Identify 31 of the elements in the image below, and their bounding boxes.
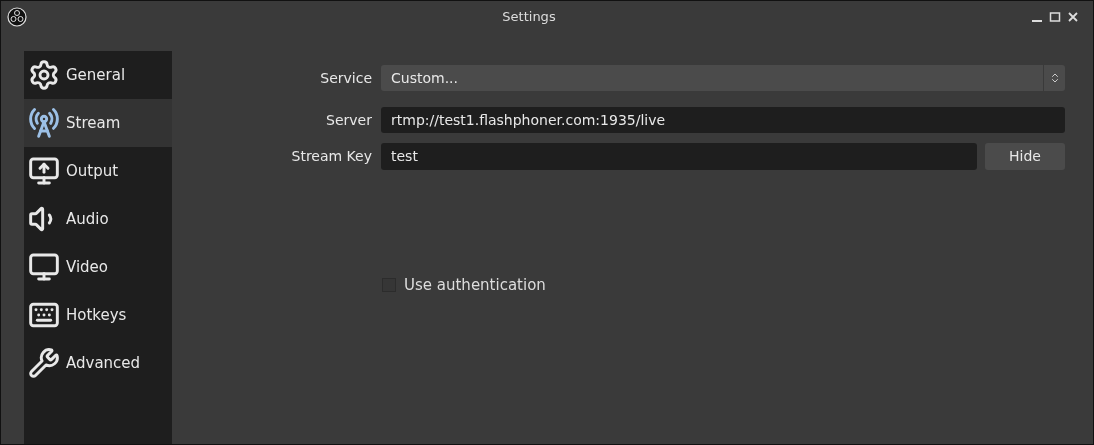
hide-button[interactable]: Hide <box>985 143 1065 170</box>
sidebar-item[interactable]: Audio <box>24 195 172 243</box>
sidebar-label: Output <box>66 160 119 182</box>
field-label: Stream Key <box>290 147 372 166</box>
window-title: Settings <box>502 8 556 27</box>
stream-key-field[interactable]: test <box>381 143 977 170</box>
service-dropdown[interactable]: Custom... <box>381 65 1065 91</box>
sidebar-item[interactable]: Stream <box>24 99 172 147</box>
antenna-icon <box>28 107 60 139</box>
sidebar-label: Stream <box>66 112 121 134</box>
sidebar-item[interactable]: Video <box>24 243 172 291</box>
app-logo-icon <box>7 7 27 27</box>
field-label: Service <box>319 68 372 88</box>
monitor-arrow-icon <box>28 155 60 187</box>
maximize-icon[interactable] <box>1049 11 1061 23</box>
sidebar-label: Advanced <box>66 352 141 374</box>
sidebar-label: Audio <box>66 208 109 230</box>
close-icon[interactable] <box>1067 11 1079 23</box>
sidebar-item[interactable]: Advanced <box>24 339 172 387</box>
field-label: Server <box>325 110 372 130</box>
sidebar-label: Video <box>66 256 109 278</box>
server-field[interactable]: rtmp://test1.flashphoner.com:1935/live <box>381 107 1065 133</box>
sidebar-label: General <box>66 64 126 86</box>
monitor-icon <box>28 251 60 283</box>
wrench-icon <box>28 347 60 379</box>
sidebar-item[interactable]: General <box>24 51 172 99</box>
sidebar-item[interactable]: Output <box>24 147 172 195</box>
checkbox-label[interactable]: Use authentication <box>404 274 546 297</box>
sidebar-item[interactable]: Hotkeys <box>24 291 172 339</box>
sidebar-label: Hotkeys <box>66 304 127 326</box>
gear-icon <box>28 59 60 91</box>
